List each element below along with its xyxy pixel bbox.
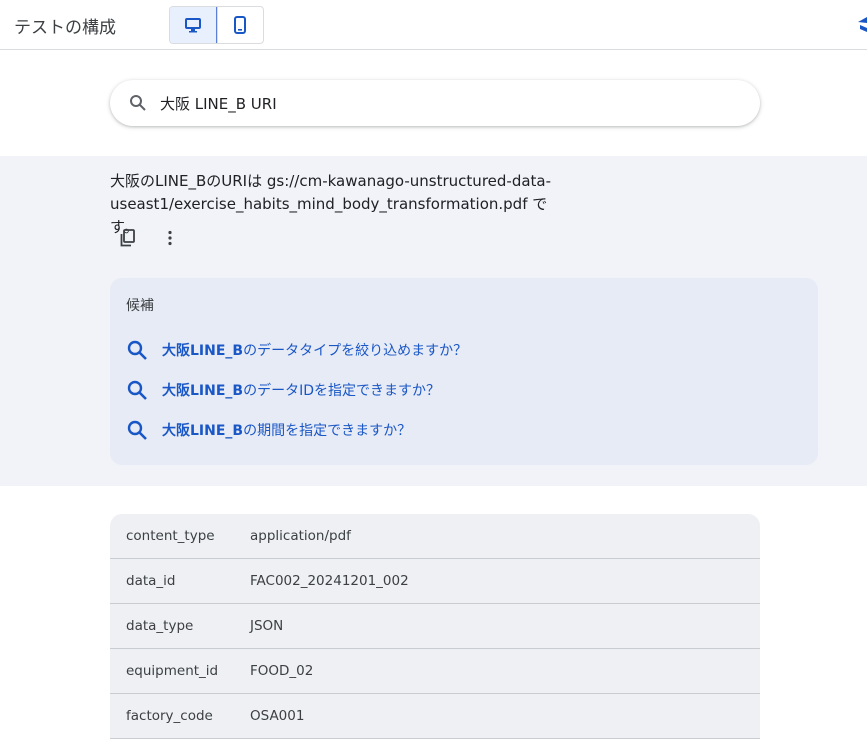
table-key: factory_code <box>126 708 213 724</box>
table-value: FAC002_20241201_002 <box>250 573 409 589</box>
suggestions-title: 候補 <box>126 298 154 314</box>
search-icon <box>127 420 147 440</box>
search-box[interactable]: 大阪 LINE_B URI <box>110 80 760 126</box>
copy-button[interactable] <box>118 228 138 248</box>
answer-actions <box>118 228 180 248</box>
suggestion-text[interactable]: 大阪LINE_Bのデータタイプを絞り込めますか？ <box>162 340 467 360</box>
top-bar: テストの構成 <box>0 0 867 50</box>
suggestion-item[interactable]: 大阪LINE_Bの期間を指定できますか？ <box>126 418 411 442</box>
table-value: FOOD_02 <box>250 663 314 679</box>
table-key: equipment_id <box>126 663 219 679</box>
mobile-icon <box>234 16 247 34</box>
search-query[interactable]: 大阪 LINE_B URI <box>160 93 277 114</box>
suggestion-text[interactable]: 大阪LINE_BのデータIDを指定できますか？ <box>162 380 440 400</box>
metadata-table: content_type application/pdf data_id FAC… <box>110 514 760 739</box>
table-row: data_type JSON <box>110 604 760 649</box>
answer-area: 大阪のLINE_BのURIは gs://cm-kawanago-unstruct… <box>0 156 867 486</box>
suggestion-text[interactable]: 大阪LINE_Bの期間を指定できますか？ <box>162 420 411 440</box>
suggestion-item[interactable]: 大阪LINE_BのデータIDを指定できますか？ <box>126 378 440 402</box>
table-key: content_type <box>126 528 215 544</box>
table-row: equipment_id FOOD_02 <box>110 649 760 694</box>
more-options-button[interactable] <box>160 228 180 248</box>
table-value: JSON <box>250 618 284 634</box>
desktop-view-button[interactable] <box>170 7 218 43</box>
table-row: data_id FAC002_20241201_002 <box>110 559 760 604</box>
search-icon <box>127 380 147 400</box>
desktop-icon <box>184 18 201 33</box>
suggestions-panel: 候補 大阪LINE_Bのデータタイプを絞り込めますか？ 大阪LINE_Bのデータ… <box>110 278 818 465</box>
search-icon <box>127 340 147 360</box>
table-row: content_type application/pdf <box>110 514 760 559</box>
copy-icon <box>120 229 135 247</box>
search-icon <box>130 95 146 111</box>
table-key: data_id <box>126 573 176 589</box>
school-icon[interactable] <box>858 16 867 34</box>
table-value: OSA001 <box>250 708 305 724</box>
search-area: 大阪 LINE_B URI <box>0 50 867 156</box>
view-toggle <box>169 6 264 44</box>
table-key: data_type <box>126 618 194 634</box>
mobile-view-button[interactable] <box>216 7 264 43</box>
page-title: テストの構成 <box>14 18 116 38</box>
table-value: application/pdf <box>250 528 351 544</box>
more-vert-icon <box>168 230 172 246</box>
suggestion-item[interactable]: 大阪LINE_Bのデータタイプを絞り込めますか？ <box>126 338 467 362</box>
table-row: factory_code OSA001 <box>110 694 760 739</box>
